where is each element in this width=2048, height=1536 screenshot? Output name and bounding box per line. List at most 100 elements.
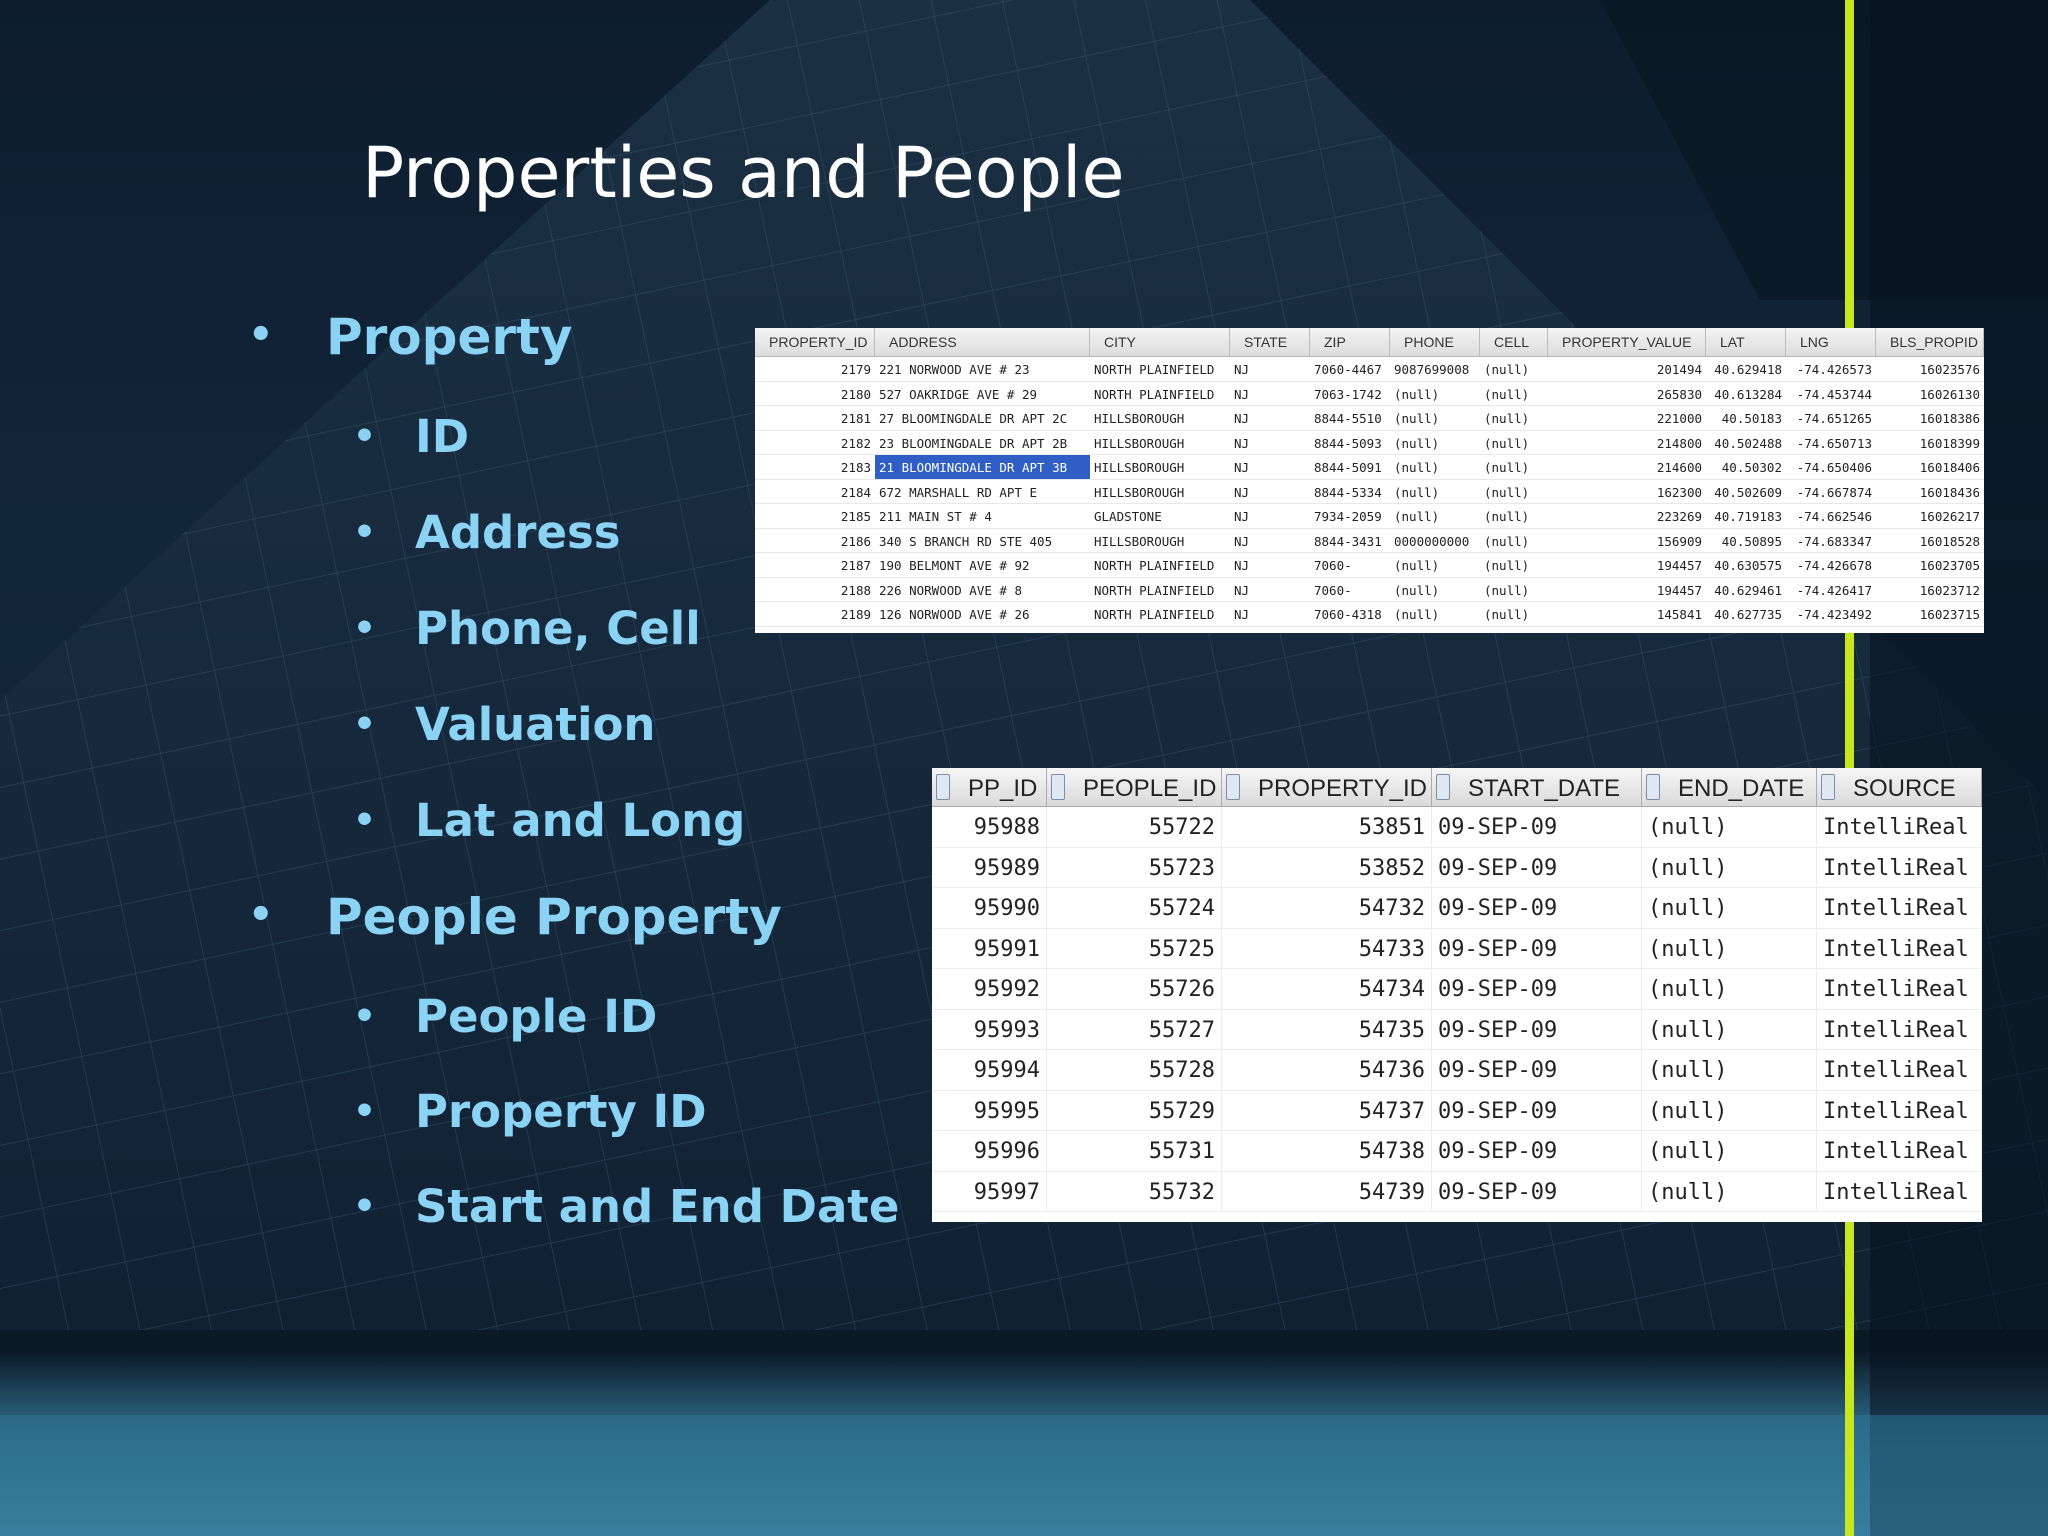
table-cell[interactable]: (null) [1642, 928, 1817, 968]
table-cell[interactable]: -74.662546 [1786, 504, 1876, 528]
table-cell[interactable]: 40.50183 [1706, 406, 1786, 430]
sort-icon[interactable] [1226, 774, 1240, 800]
table-cell[interactable]: 27 BLOOMINGDALE DR APT 2C [875, 406, 1090, 430]
table-cell[interactable]: (null) [1480, 504, 1548, 528]
table-cell[interactable]: 2182 [755, 431, 875, 455]
table-cell[interactable]: NJ [1230, 406, 1310, 430]
table-cell[interactable]: (null) [1642, 1090, 1817, 1130]
table-cell[interactable]: 55726 [1047, 969, 1222, 1009]
col-header-source[interactable]: SOURCE [1817, 768, 1982, 806]
table-cell[interactable]: (null) [1480, 627, 1548, 634]
table-cell[interactable]: 211 MAIN ST # 4 [875, 504, 1090, 528]
table-cell[interactable]: 54738 [1222, 1131, 1432, 1171]
table-cell[interactable]: NORTH PLAINFIELD [1090, 602, 1230, 626]
table-cell[interactable]: (null) [1390, 431, 1480, 455]
table-cell[interactable]: 21 BLOOMINGDALE DR APT 3B [875, 455, 1090, 479]
table-cell[interactable]: NJ [1230, 529, 1310, 553]
table-cell[interactable]: NJ [1230, 480, 1310, 504]
table-cell[interactable]: 55725 [1047, 928, 1222, 968]
table-cell[interactable]: 16023712 [1876, 578, 1984, 602]
table-cell[interactable]: 40.627735 [1706, 602, 1786, 626]
table-cell[interactable]: NORTH PLAINFIELD [1090, 357, 1230, 381]
table-cell[interactable]: 2179 [755, 357, 875, 381]
table-cell[interactable]: 16018528 [1876, 529, 1984, 553]
table-row[interactable]: 2187 190 BELMONT AVE # 92 NORTH PLAINFIELD… [755, 553, 1984, 578]
table-cell[interactable]: 2189 [755, 602, 875, 626]
table-row[interactable]: 95994 55728 54736 09-SEP-09 (null) IntelliRea… [932, 1050, 1982, 1091]
table-row[interactable]: 2185 211 MAIN ST # 4 GLADSTONE NJ 7934-2059(… [755, 504, 1984, 529]
table-row[interactable]: 2186 340 S BRANCH RD STE 405 HILLSBOROUGH N… [755, 529, 1984, 553]
table-cell[interactable]: -74.638008 [1786, 627, 1876, 634]
table-cell[interactable]: 23 BLOOMINGDALE DR APT 2B [875, 431, 1090, 455]
table-cell[interactable]: 2184 [755, 480, 875, 504]
table-cell[interactable]: (null) [1642, 1050, 1817, 1090]
table-cell[interactable]: 7934-2059 [1310, 504, 1390, 528]
table-cell[interactable]: 201494 [1548, 357, 1706, 381]
table-cell[interactable]: NJ [1230, 578, 1310, 602]
table-cell[interactable]: 53851 [1222, 807, 1432, 847]
table-cell[interactable]: IntelliReal [1817, 969, 1982, 1009]
table-cell[interactable]: (null) [1642, 969, 1817, 1009]
table-cell[interactable]: 09-SEP-09 [1432, 847, 1642, 887]
table-cell[interactable]: NJ [1230, 431, 1310, 455]
table-cell[interactable]: HILLSBOROUGH [1090, 406, 1230, 430]
table-cell[interactable]: 54737 [1222, 1090, 1432, 1130]
table-cell[interactable]: 40.50302 [1706, 455, 1786, 479]
table-cell[interactable]: -74.453744 [1786, 382, 1876, 406]
table-cell[interactable]: 340 S BRANCH RD STE 405 [875, 529, 1090, 553]
table-cell[interactable]: 16018406 [1876, 455, 1984, 479]
table-cell[interactable]: 190 BELMONT AVE # 92 [875, 553, 1090, 577]
table-cell[interactable]: IntelliReal [1817, 807, 1982, 847]
table-cell[interactable]: 156909 [1548, 529, 1706, 553]
table-cell[interactable]: 141400 [1548, 627, 1706, 634]
table-cell[interactable]: 54739 [1222, 1171, 1432, 1211]
col-header-property-id[interactable]: PROPERTY_ID [1222, 768, 1432, 806]
table-cell[interactable]: 55723 [1047, 847, 1222, 887]
table-cell[interactable]: 8844-5093 [1310, 431, 1390, 455]
table-cell[interactable]: 95989 [932, 847, 1047, 887]
table-cell[interactable]: 2181 [755, 406, 875, 430]
table-cell[interactable]: GLADSTONE [1090, 504, 1230, 528]
table-cell[interactable]: 221 NORWOOD AVE # 23 [875, 357, 1090, 381]
table-cell[interactable]: 8844-3431 [1310, 529, 1390, 553]
table-cell[interactable]: NORTH PLAINFIELD [1090, 382, 1230, 406]
table-cell[interactable]: 95993 [932, 1009, 1047, 1049]
table-row[interactable]: 219024 DEANNA DR APT 18HILLSBOROUGHNJ884… [755, 627, 1984, 634]
table-cell[interactable]: 7060- [1310, 553, 1390, 577]
col-header-phone[interactable]: PHONE [1390, 328, 1480, 356]
table-cell[interactable]: 55732 [1047, 1171, 1222, 1211]
table-cell[interactable]: 40.613284 [1706, 382, 1786, 406]
col-header-property-value[interactable]: PROPERTY_VALUE [1548, 328, 1706, 356]
table-cell[interactable]: 55729 [1047, 1090, 1222, 1130]
table-cell[interactable]: (null) [1480, 455, 1548, 479]
table-cell[interactable]: NJ [1230, 357, 1310, 381]
table-cell[interactable]: 7060- [1310, 578, 1390, 602]
table-cell[interactable]: 126 NORWOOD AVE # 26 [875, 602, 1090, 626]
table-cell[interactable]: 221000 [1548, 406, 1706, 430]
table-cell[interactable]: 54734 [1222, 969, 1432, 1009]
table-cell[interactable]: -74.426573 [1786, 357, 1876, 381]
table-cell[interactable]: -74.650713 [1786, 431, 1876, 455]
table-cell[interactable]: 16018386 [1876, 406, 1984, 430]
table-cell[interactable]: 16018436 [1876, 480, 1984, 504]
table-cell[interactable]: 40.502609 [1706, 480, 1786, 504]
col-header-property-id[interactable]: PROPERTY_ID [755, 328, 875, 356]
sort-icon[interactable] [1436, 774, 1450, 800]
table-cell[interactable]: (null) [1642, 807, 1817, 847]
table-cell[interactable]: (null) [1480, 382, 1548, 406]
table-row[interactable]: 95991 55725 54733 09-SEP-09 (null) IntelliRea… [932, 928, 1982, 969]
table-cell[interactable]: 24 DEANNA DR APT 18 [875, 627, 1090, 634]
table-cell[interactable]: 265830 [1548, 382, 1706, 406]
table-cell[interactable]: 55724 [1047, 888, 1222, 928]
table-cell[interactable]: 7060-4467 [1310, 357, 1390, 381]
table-cell[interactable]: 55727 [1047, 1009, 1222, 1049]
table-cell[interactable]: 8844-4849 [1310, 627, 1390, 634]
table-cell[interactable]: 09-SEP-09 [1432, 1009, 1642, 1049]
table-cell[interactable]: 55728 [1047, 1050, 1222, 1090]
table-cell[interactable]: HILLSBOROUGH [1090, 480, 1230, 504]
table-cell[interactable]: (null) [1480, 602, 1548, 626]
table-cell[interactable]: (null) [1480, 578, 1548, 602]
table-cell[interactable]: (null) [1642, 847, 1817, 887]
table-cell[interactable]: 194457 [1548, 553, 1706, 577]
table-cell[interactable]: 2186 [755, 529, 875, 553]
